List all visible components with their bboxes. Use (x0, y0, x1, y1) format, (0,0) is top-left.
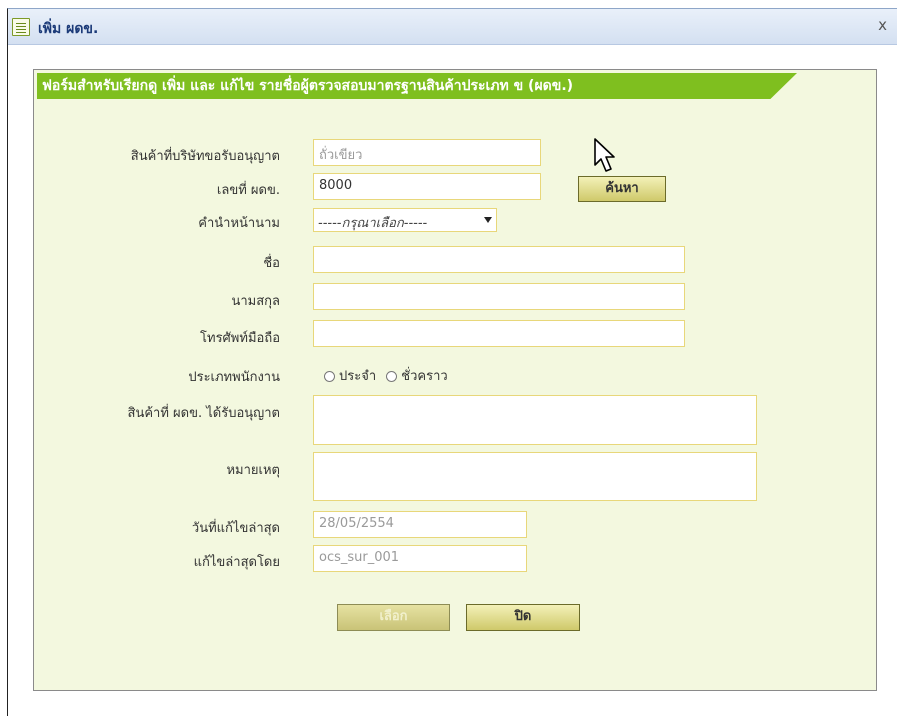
dialog-title: เพิ่ม ผดข. (38, 21, 99, 37)
last-edit-date-label: วันที่แก้ไขล่าสุด (191, 521, 280, 536)
chevron-down-icon (484, 217, 492, 223)
title-prefix-select[interactable]: -----กรุณาเลือก----- (313, 208, 497, 232)
title-prefix-label: คำนำหน้านาม (198, 216, 280, 231)
employee-type-permanent[interactable]: ประจำ (324, 365, 376, 386)
dialog-titlebar[interactable]: เพิ่ม ผดข. x (8, 9, 897, 45)
employee-type-radios: ประจำ ชั่วคราว (324, 365, 454, 386)
licensed-product-field[interactable]: ถั่วเขียว (313, 139, 541, 166)
last-name-field[interactable] (313, 283, 685, 310)
first-name-field[interactable] (313, 246, 685, 273)
employee-type-label: ประเภทพนักงาน (188, 370, 280, 385)
last-edited-by-label: แก้ไขล่าสุดโดย (193, 555, 280, 570)
authorized-products-label: สินค้าที่ ผดข. ได้รับอนุญาต (127, 406, 280, 421)
close-icon[interactable]: x (878, 16, 887, 34)
authorized-products-textarea[interactable] (313, 395, 757, 445)
remarks-textarea[interactable] (313, 452, 757, 501)
remarks-label: หมายเหตุ (226, 463, 280, 478)
mobile-label: โทรศัพท์มือถือ (200, 331, 280, 346)
form-icon (12, 18, 30, 36)
last-name-label: นามสกุล (231, 294, 280, 309)
close-button[interactable]: ปิด (466, 604, 580, 631)
last-edited-by-field: ocs_sur_001 (313, 545, 527, 572)
id-number-label: เลขที่ ผดข. (216, 183, 280, 198)
mobile-field[interactable] (313, 320, 685, 347)
first-name-label: ชื่อ (263, 256, 280, 271)
last-edit-date-field: 28/05/2554 (313, 511, 527, 538)
licensed-product-label: สินค้าที่บริษัทขอรับอนุญาต (130, 149, 280, 164)
mouse-cursor-icon (594, 138, 615, 172)
radio-icon[interactable] (324, 371, 335, 382)
radio-icon[interactable] (386, 371, 398, 382)
search-button[interactable]: ค้นหา (578, 176, 666, 202)
select-button[interactable]: เลือก (337, 604, 450, 631)
dialog-window: เพิ่ม ผดข. x ฟอร์มสำหรับเรียกดู เพิ่ม แล… (7, 8, 897, 716)
id-number-field[interactable]: 8000 (313, 173, 541, 200)
employee-type-temporary[interactable]: ชั่วคราว (386, 365, 448, 386)
title-prefix-selected: -----กรุณาเลือก----- (318, 216, 428, 231)
form-header: ฟอร์มสำหรับเรียกดู เพิ่ม และ แก้ไข รายชื… (37, 73, 797, 99)
